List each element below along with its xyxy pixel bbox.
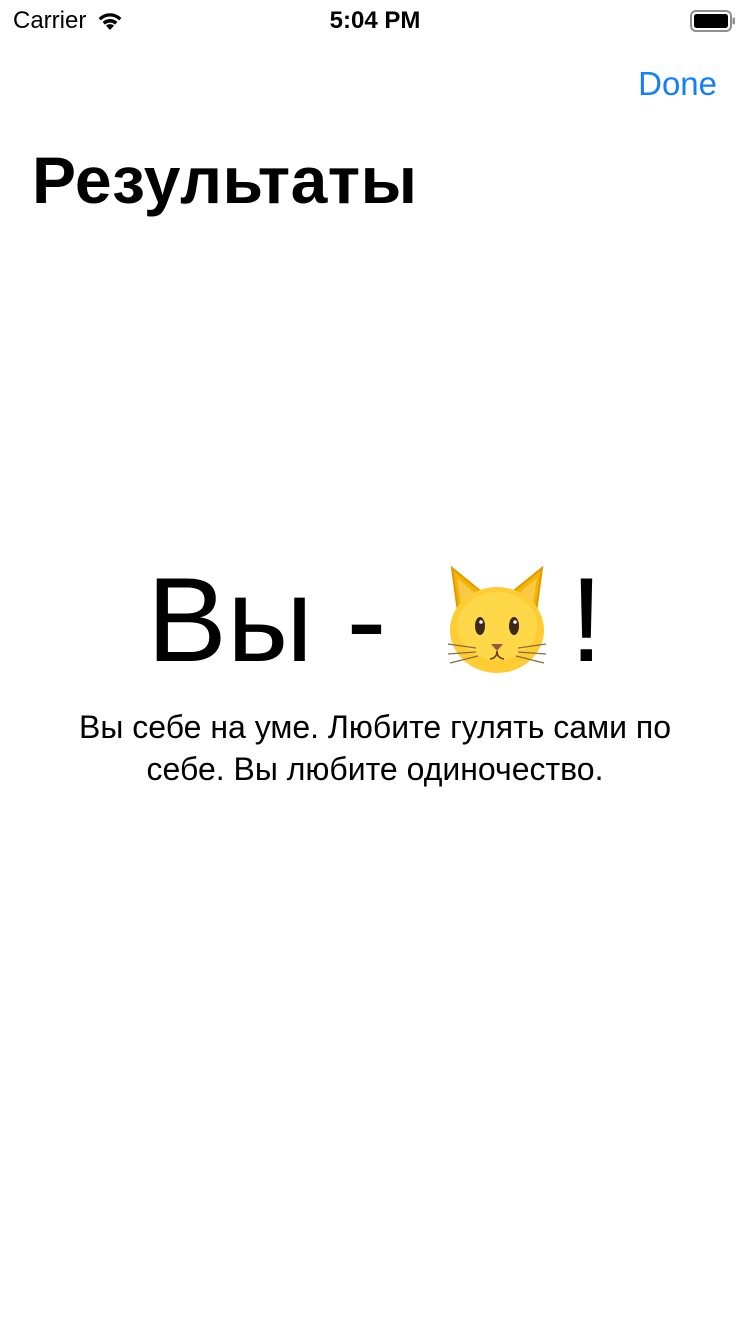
page-title: Результаты: [32, 143, 418, 217]
result-suffix: !: [569, 553, 604, 687]
battery-icon: [690, 10, 735, 32]
result-description: Вы себе на уме. Любите гулять сами по се…: [79, 709, 671, 787]
cat-face-icon: [447, 565, 546, 673]
result-prefix: Вы -: [146, 553, 420, 687]
status-bar: Carrier 5:04 PM: [0, 0, 750, 40]
done-button[interactable]: Done: [638, 64, 717, 104]
status-time: 5:04 PM: [329, 7, 421, 34]
result-heading: Вы - !: [0, 560, 750, 680]
